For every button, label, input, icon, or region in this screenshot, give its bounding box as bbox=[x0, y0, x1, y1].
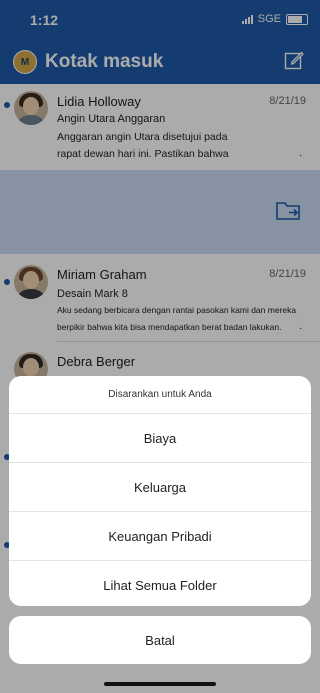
cancel-button[interactable]: Batal bbox=[9, 616, 311, 664]
option-lihat-semua-folder[interactable]: Lihat Semua Folder bbox=[9, 561, 311, 606]
action-sheet: Disarankan untuk Anda Biaya Keluarga Keu… bbox=[9, 376, 311, 606]
option-keuangan-pribadi[interactable]: Keuangan Pribadi bbox=[9, 512, 311, 561]
action-sheet-title: Disarankan untuk Anda bbox=[9, 376, 311, 414]
option-biaya[interactable]: Biaya bbox=[9, 414, 311, 463]
option-keluarga[interactable]: Keluarga bbox=[9, 463, 311, 512]
home-indicator bbox=[104, 682, 216, 686]
